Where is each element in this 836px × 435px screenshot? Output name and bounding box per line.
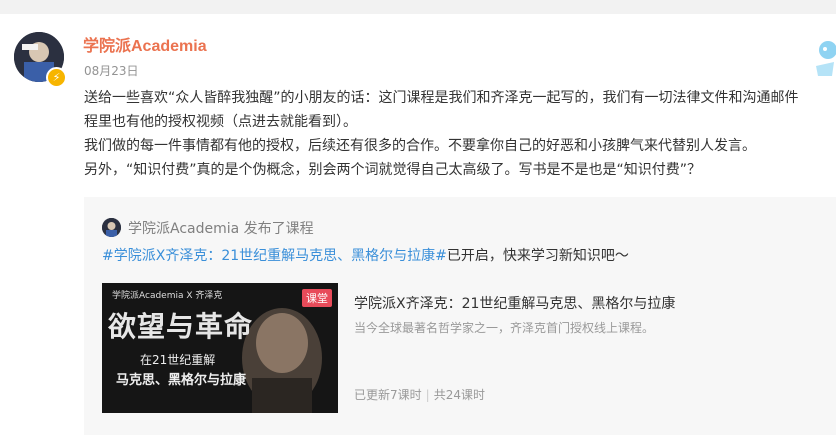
repost-action: 发布了课程 (243, 221, 314, 237)
post-timestamp[interactable]: 08月23日 (84, 62, 139, 79)
repost-header: 学院派Academia 发布了课程 (128, 218, 314, 238)
username-link[interactable]: 学院派Academia (83, 32, 207, 56)
post-line: 另外，“知识付费”真的是个伪概念，别会两个词就觉得自己太高级了。写书是不是也是“… (84, 162, 702, 178)
thumbnail-title: 欲望与革命 (108, 310, 254, 343)
repost-avatar[interactable] (102, 218, 121, 237)
hashtag-link[interactable]: #学院派X齐泽克：21世纪重解马克思、黑格尔与拉康# (102, 248, 447, 264)
post-line: 我们做的每一件事情都有他的授权，后续还有很多的合作。不要拿你自己的好恶和小孩脾气… (84, 138, 756, 154)
course-description: 当今全球最著名哲学家之一，齐泽克首门授权线上课程。 (354, 321, 655, 335)
course-meta: 已更新7课时 | 共24课时 (354, 386, 485, 403)
verified-badge-icon: ⚡ (46, 67, 67, 88)
meta-divider: | (425, 388, 430, 402)
post-line: 程里也有他的授权视频（点进去就能看到）。 (84, 114, 357, 130)
thumbnail-subtitle: 在21世纪重解 (140, 353, 216, 367)
course-total: 共24课时 (433, 388, 485, 402)
course-thumbnail[interactable]: 学院派Academia X 齐泽克 欲望与革命 在21世纪重解 马克思、黑格尔与… (102, 283, 338, 413)
decoration-sticker-icon (816, 41, 836, 76)
thumbnail-top-label: 学院派Academia X 齐泽克 (112, 291, 223, 301)
reposted-content[interactable]: 学院派Academia 发布了课程 #学院派X齐泽克：21世纪重解马克思、黑格尔… (84, 197, 836, 435)
repost-text: #学院派X齐泽克：21世纪重解马克思、黑格尔与拉康#已开启，快来学习新知识吧～ (102, 245, 629, 265)
thumbnail-subtitle: 马克思、黑格尔与拉康 (116, 373, 247, 388)
classroom-badge: 课堂 (302, 289, 332, 307)
repost-author-link[interactable]: 学院派Academia (128, 221, 239, 237)
repost-text-tail: 已开启，快来学习新知识吧～ (446, 248, 629, 264)
course-updated: 已更新7课时 (354, 388, 422, 402)
post-line: 送给一些喜欢“众人皆醉我独醒”的小朋友的话：这门课程是我们和齐泽克一起写的，我们… (84, 90, 799, 106)
course-title[interactable]: 学院派X齐泽克：21世纪重解马克思、黑格尔与拉康 (354, 293, 675, 313)
post-text: 送给一些喜欢“众人皆醉我独醒”的小朋友的话：这门课程是我们和齐泽克一起写的，我们… (84, 86, 836, 182)
course-card[interactable]: 学院派Academia X 齐泽克 欲望与革命 在21世纪重解 马克思、黑格尔与… (102, 283, 836, 413)
